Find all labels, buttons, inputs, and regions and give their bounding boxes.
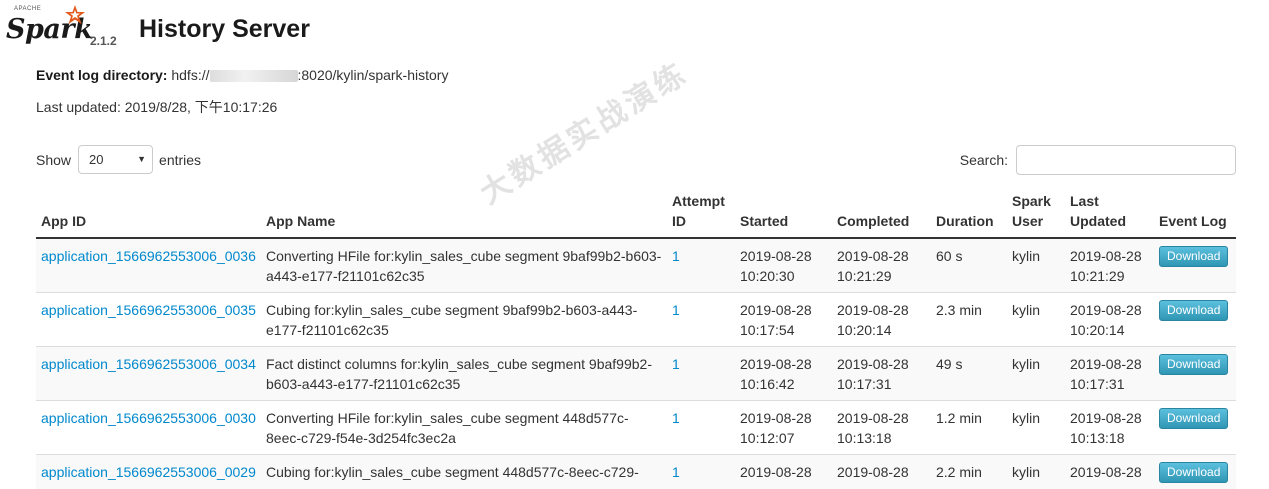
last-updated-cell: 2019-08-28 10:21:29	[1065, 238, 1154, 293]
show-label: Show	[36, 152, 71, 168]
col-event-log[interactable]: Event Log	[1154, 187, 1236, 238]
page-size-value: 20	[89, 152, 103, 167]
duration: 60 s	[931, 238, 1007, 293]
download-button[interactable]: Download	[1159, 462, 1228, 483]
app-id-link[interactable]: application_1566962553006_0030	[41, 410, 256, 426]
table-row: application_1566962553006_0035 Cubing fo…	[36, 293, 1236, 347]
started: 2019-08-28 10:12:07	[735, 401, 832, 455]
search-input[interactable]	[1016, 145, 1236, 175]
download-button[interactable]: Download	[1159, 408, 1228, 429]
col-started[interactable]: Started	[735, 187, 832, 238]
col-duration[interactable]: Duration	[931, 187, 1007, 238]
col-completed[interactable]: Completed	[832, 187, 931, 238]
completed: 2019-08-28	[832, 455, 931, 489]
table-header-row: App ID App Name Attempt ID Started Compl…	[36, 187, 1236, 238]
started: 2019-08-28 10:16:42	[735, 347, 832, 401]
app-name: Fact distinct columns for:kylin_sales_cu…	[261, 347, 667, 401]
event-log-label: Event log directory:	[36, 67, 167, 83]
attempt-link[interactable]: 1	[672, 410, 680, 426]
col-app-id[interactable]: App ID	[36, 187, 261, 238]
completed: 2019-08-28 10:20:14	[832, 293, 931, 347]
duration: 2.3 min	[931, 293, 1007, 347]
col-attempt-id[interactable]: Attempt ID	[667, 187, 735, 238]
spark-logo[interactable]: APACHE Spark	[6, 4, 86, 48]
page-size-control: Show 20 ▼ entries	[36, 145, 201, 174]
duration: 49 s	[931, 347, 1007, 401]
app-name: Cubing for:kylin_sales_cube segment 448d…	[261, 455, 667, 489]
col-app-name[interactable]: App Name	[261, 187, 667, 238]
app-id-link[interactable]: application_1566962553006_0029	[41, 464, 256, 480]
app-name: Converting HFile for:kylin_sales_cube se…	[261, 238, 667, 293]
redacted-host	[210, 70, 298, 82]
download-button[interactable]: Download	[1159, 246, 1228, 267]
logo-apache-text: APACHE	[14, 6, 41, 12]
event-log-suffix: :8020/kylin/spark-history	[298, 67, 449, 83]
spark-user: kylin	[1007, 238, 1065, 293]
table-row: application_1566962553006_0030 Convertin…	[36, 401, 1236, 455]
col-spark-user[interactable]: Spark User	[1007, 187, 1065, 238]
table-row: application_1566962553006_0036 Convertin…	[36, 238, 1236, 293]
app-name: Converting HFile for:kylin_sales_cube se…	[261, 401, 667, 455]
table-row: application_1566962553006_0029 Cubing fo…	[36, 455, 1236, 489]
table-row: application_1566962553006_0034 Fact dist…	[36, 347, 1236, 401]
version-label: 2.1.2	[90, 34, 117, 48]
event-log-prefix: hdfs://	[171, 67, 209, 83]
download-button[interactable]: Download	[1159, 354, 1228, 375]
started: 2019-08-28 10:17:54	[735, 293, 832, 347]
app-name: Cubing for:kylin_sales_cube segment 9baf…	[261, 293, 667, 347]
spark-user: kylin	[1007, 347, 1065, 401]
page-size-select[interactable]: 20 ▼	[78, 145, 153, 174]
last-updated: Last updated: 2019/8/28, 下午10:17:26	[36, 97, 277, 117]
attempt-link[interactable]: 1	[672, 248, 680, 264]
attempt-link[interactable]: 1	[672, 356, 680, 372]
caret-down-icon: ▼	[137, 154, 146, 164]
last-updated-cell: 2019-08-28 10:20:14	[1065, 293, 1154, 347]
last-updated-cell: 2019-08-28 10:17:31	[1065, 347, 1154, 401]
applications-table: App ID App Name Attempt ID Started Compl…	[36, 187, 1236, 489]
download-button[interactable]: Download	[1159, 300, 1228, 321]
started: 2019-08-28 10:20:30	[735, 238, 832, 293]
last-updated-cell: 2019-08-28	[1065, 455, 1154, 489]
spark-user: kylin	[1007, 455, 1065, 489]
app-id-link[interactable]: application_1566962553006_0036	[41, 248, 256, 264]
started: 2019-08-28	[735, 455, 832, 489]
app-id-link[interactable]: application_1566962553006_0034	[41, 356, 256, 372]
completed: 2019-08-28 10:13:18	[832, 401, 931, 455]
completed: 2019-08-28 10:21:29	[832, 238, 931, 293]
attempt-link[interactable]: 1	[672, 302, 680, 318]
page-title: History Server	[139, 15, 310, 44]
duration: 1.2 min	[931, 401, 1007, 455]
app-id-link[interactable]: application_1566962553006_0035	[41, 302, 256, 318]
last-updated-cell: 2019-08-28 10:13:18	[1065, 401, 1154, 455]
col-last-updated[interactable]: Last Updated	[1065, 187, 1154, 238]
spark-user: kylin	[1007, 293, 1065, 347]
entries-label: entries	[159, 152, 201, 168]
spark-user: kylin	[1007, 401, 1065, 455]
attempt-link[interactable]: 1	[672, 464, 680, 480]
event-log-directory: Event log directory: hdfs:// :8020/kylin/…	[36, 67, 448, 83]
spark-star-icon	[64, 4, 86, 26]
completed: 2019-08-28 10:17:31	[832, 347, 931, 401]
duration: 2.2 min	[931, 455, 1007, 489]
search-control: Search:	[960, 145, 1236, 175]
search-label: Search:	[960, 152, 1008, 168]
